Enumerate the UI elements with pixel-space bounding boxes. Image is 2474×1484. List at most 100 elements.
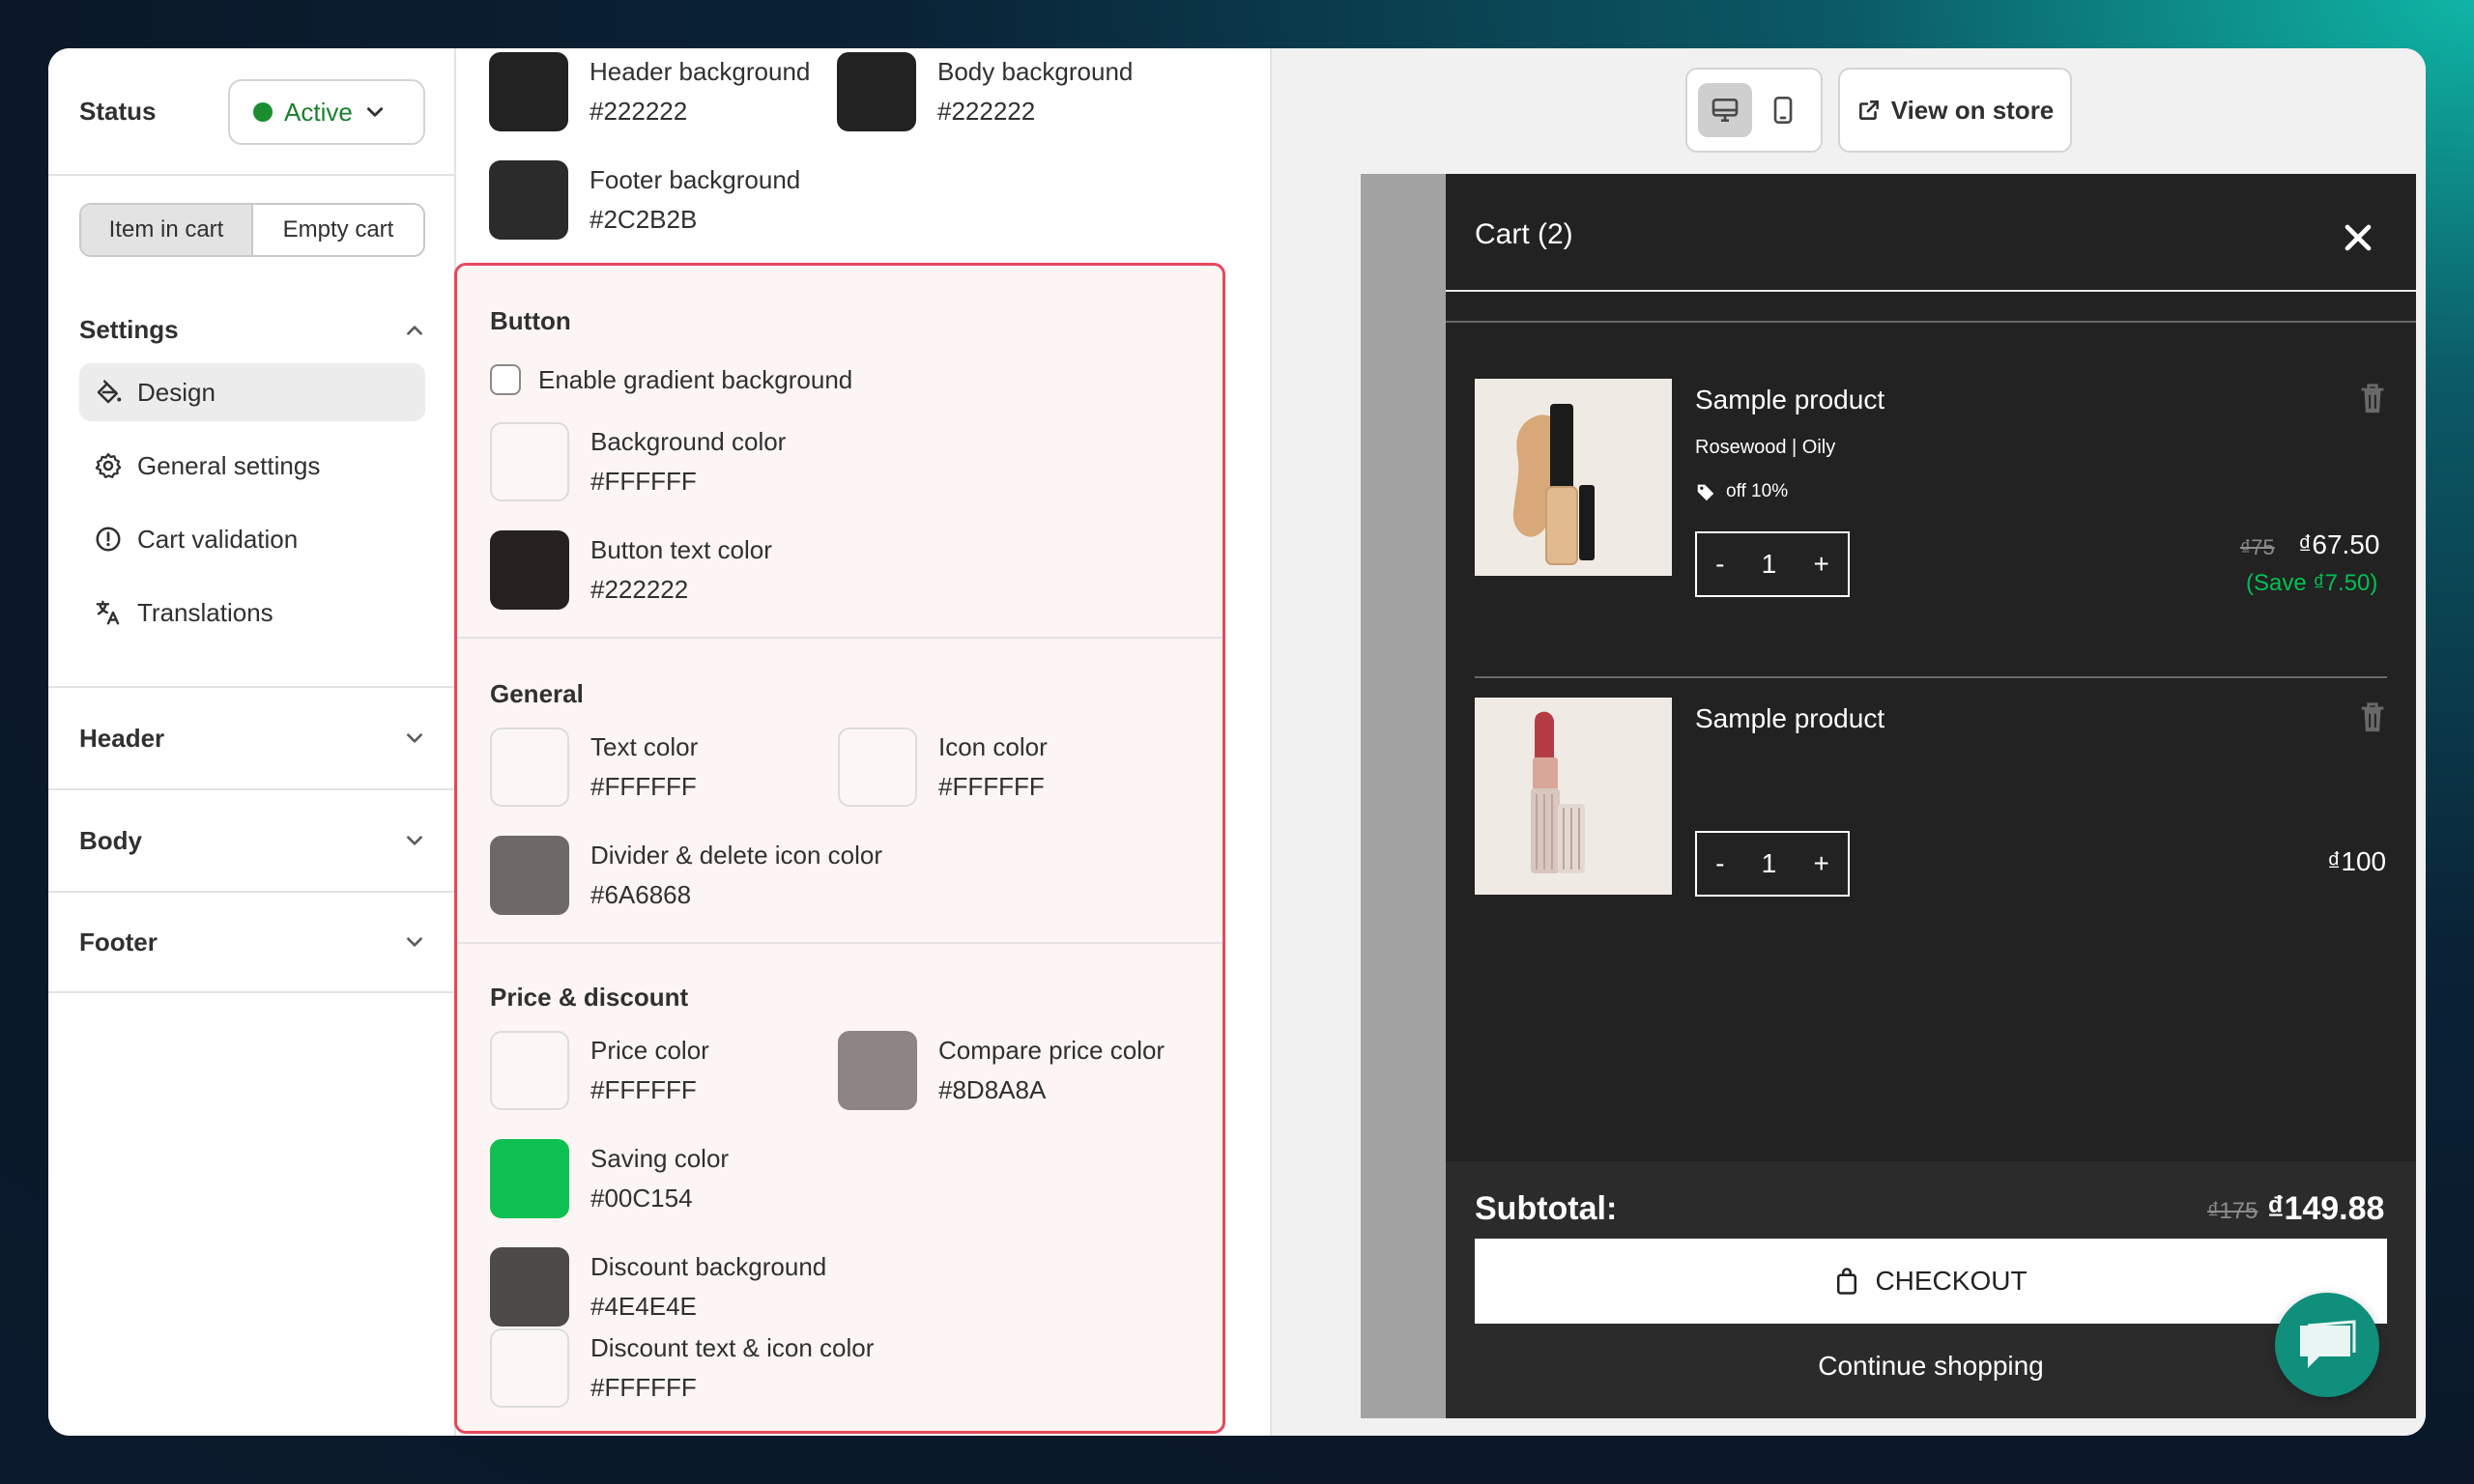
checkout-button[interactable]: CHECKOUT [1475, 1239, 2387, 1324]
settings-header[interactable]: Settings [79, 315, 425, 345]
desktop-icon [1712, 99, 1739, 122]
nav-item-cart-validation[interactable]: Cart validation [79, 510, 425, 568]
chevron-down-icon [407, 836, 422, 845]
chevron-up-icon [407, 325, 422, 335]
swatch-icon-color[interactable]: Icon color #FFFFFF [838, 728, 1048, 807]
accordion-title: Body [79, 825, 142, 855]
color-swatch[interactable] [838, 1031, 917, 1110]
status-dot-icon [253, 102, 273, 122]
mobile-icon [1773, 97, 1793, 124]
swatch-label: Discount text & icon color [590, 1333, 875, 1362]
section-title-general: General [490, 679, 584, 708]
decrease-button[interactable]: - [1715, 549, 1724, 580]
status-select[interactable]: Active [228, 79, 425, 145]
color-swatch[interactable] [490, 1247, 569, 1327]
item-divider [1475, 676, 2387, 678]
nav-item-translations[interactable]: Translations [79, 584, 425, 642]
status-value: Active [284, 97, 353, 127]
section-divider [457, 942, 1223, 944]
design-settings-panel: Header background #222222 Body background… [454, 48, 1270, 1436]
gradient-checkbox-row[interactable]: Enable gradient background [490, 364, 852, 395]
swatch-hex: #FFFFFF [590, 772, 697, 801]
swatch-discount-background[interactable]: Discount background #4E4E4E [490, 1247, 826, 1327]
swatch-button-background[interactable]: Background color #FFFFFF [490, 422, 786, 501]
color-swatch[interactable] [490, 1031, 569, 1110]
status-row: Status Active [48, 48, 456, 176]
color-swatch[interactable] [490, 1139, 569, 1218]
color-swatch[interactable] [489, 160, 568, 240]
decrease-button[interactable]: - [1715, 848, 1724, 879]
swatch-price-color[interactable]: Price color #FFFFFF [490, 1031, 709, 1110]
swatch-label: Compare price color [938, 1036, 1165, 1065]
desktop-view-button[interactable] [1698, 83, 1752, 137]
close-icon[interactable] [2337, 216, 2379, 259]
section-divider [457, 637, 1223, 639]
cart-header: Cart (2) [1446, 174, 2416, 292]
translate-icon [93, 597, 124, 628]
continue-shopping-link[interactable]: Continue shopping [1446, 1351, 2416, 1382]
shopping-bag-icon [1837, 1268, 1857, 1295]
mobile-view-button[interactable] [1756, 83, 1810, 137]
section-title-price: Price & discount [490, 983, 689, 1012]
swatch-hex: #4E4E4E [590, 1292, 697, 1321]
cart-item: Sample product Rosewood | Oily off 10% -… [1475, 379, 2387, 649]
swatch-button-text[interactable]: Button text color #222222 [490, 530, 772, 610]
swatch-label: Body background [937, 57, 1134, 86]
quantity-stepper: - 1 + [1695, 831, 1850, 897]
swatch-label: Background color [590, 427, 787, 456]
nav-item-design[interactable]: Design [79, 363, 425, 421]
swatch-saving-color[interactable]: Saving color #00C154 [490, 1139, 729, 1218]
swatch-divider-color[interactable]: Divider & delete icon color #6A6868 [490, 836, 882, 915]
nav-item-general-settings[interactable]: General settings [79, 437, 425, 495]
color-swatch[interactable] [490, 1328, 569, 1408]
swatch-discount-text[interactable]: Discount text & icon color #FFFFFF [490, 1328, 874, 1408]
swatch-text-color[interactable]: Text color #FFFFFF [490, 728, 698, 807]
color-swatch[interactable] [490, 422, 569, 501]
swatch-hex: #6A6868 [590, 880, 692, 909]
swatch-hex: #222222 [937, 97, 1036, 126]
swatch-body-background[interactable]: Body background #222222 [837, 52, 1133, 131]
product-variant: Rosewood | Oily [1695, 437, 1836, 458]
accordion-title: Footer [79, 927, 158, 956]
trash-icon[interactable] [2358, 383, 2387, 415]
segment-empty-cart[interactable]: Empty cart [253, 205, 423, 255]
accordion-footer[interactable]: Footer [48, 891, 456, 993]
swatch-hex: #FFFFFF [590, 1075, 697, 1104]
color-swatch[interactable] [837, 52, 916, 131]
swatch-hex: #222222 [590, 575, 689, 604]
cart-state-segmented: Item in cart Empty cart [79, 203, 425, 257]
paint-bucket-icon [93, 377, 124, 408]
accordion-header[interactable]: Header [48, 686, 456, 788]
nav-label: Translations [137, 597, 273, 627]
color-swatch[interactable] [838, 728, 917, 807]
quantity-value[interactable]: 1 [1762, 549, 1777, 580]
discount-text: off 10% [1726, 481, 1789, 501]
increase-button[interactable]: + [1813, 848, 1828, 879]
device-toggle [1685, 68, 1823, 153]
swatch-header-background[interactable]: Header background #222222 [489, 52, 810, 131]
gradient-checkbox[interactable] [490, 364, 521, 395]
swatch-label: Saving color [590, 1144, 730, 1173]
increase-button[interactable]: + [1813, 549, 1828, 580]
trash-icon[interactable] [2358, 701, 2387, 734]
color-swatch[interactable] [490, 836, 569, 915]
swatch-footer-background[interactable]: Footer background #2C2B2B [489, 160, 800, 240]
status-label: Status [79, 97, 157, 126]
external-link-icon [1858, 100, 1879, 120]
swatch-compare-price[interactable]: Compare price color #8D8A8A [838, 1031, 1165, 1110]
product-image-concealer [1475, 379, 1672, 576]
color-swatch[interactable] [490, 530, 569, 610]
cart-divider [1446, 321, 2416, 323]
product-name: Sample product [1695, 385, 1885, 414]
settings-title: Settings [79, 315, 179, 344]
quantity-value[interactable]: 1 [1762, 848, 1777, 879]
subtotal-value: ₫149.88 [2267, 1190, 2385, 1227]
accordion-body[interactable]: Body [48, 788, 456, 891]
swatch-hex: #FFFFFF [590, 1373, 697, 1402]
view-on-store-button[interactable]: View on store [1838, 68, 2072, 153]
store-page-backdrop [1361, 174, 1448, 1418]
color-swatch[interactable] [490, 728, 569, 807]
color-swatch[interactable] [489, 52, 568, 131]
chat-support-button[interactable] [2275, 1293, 2379, 1397]
segment-item-in-cart[interactable]: Item in cart [81, 205, 253, 255]
